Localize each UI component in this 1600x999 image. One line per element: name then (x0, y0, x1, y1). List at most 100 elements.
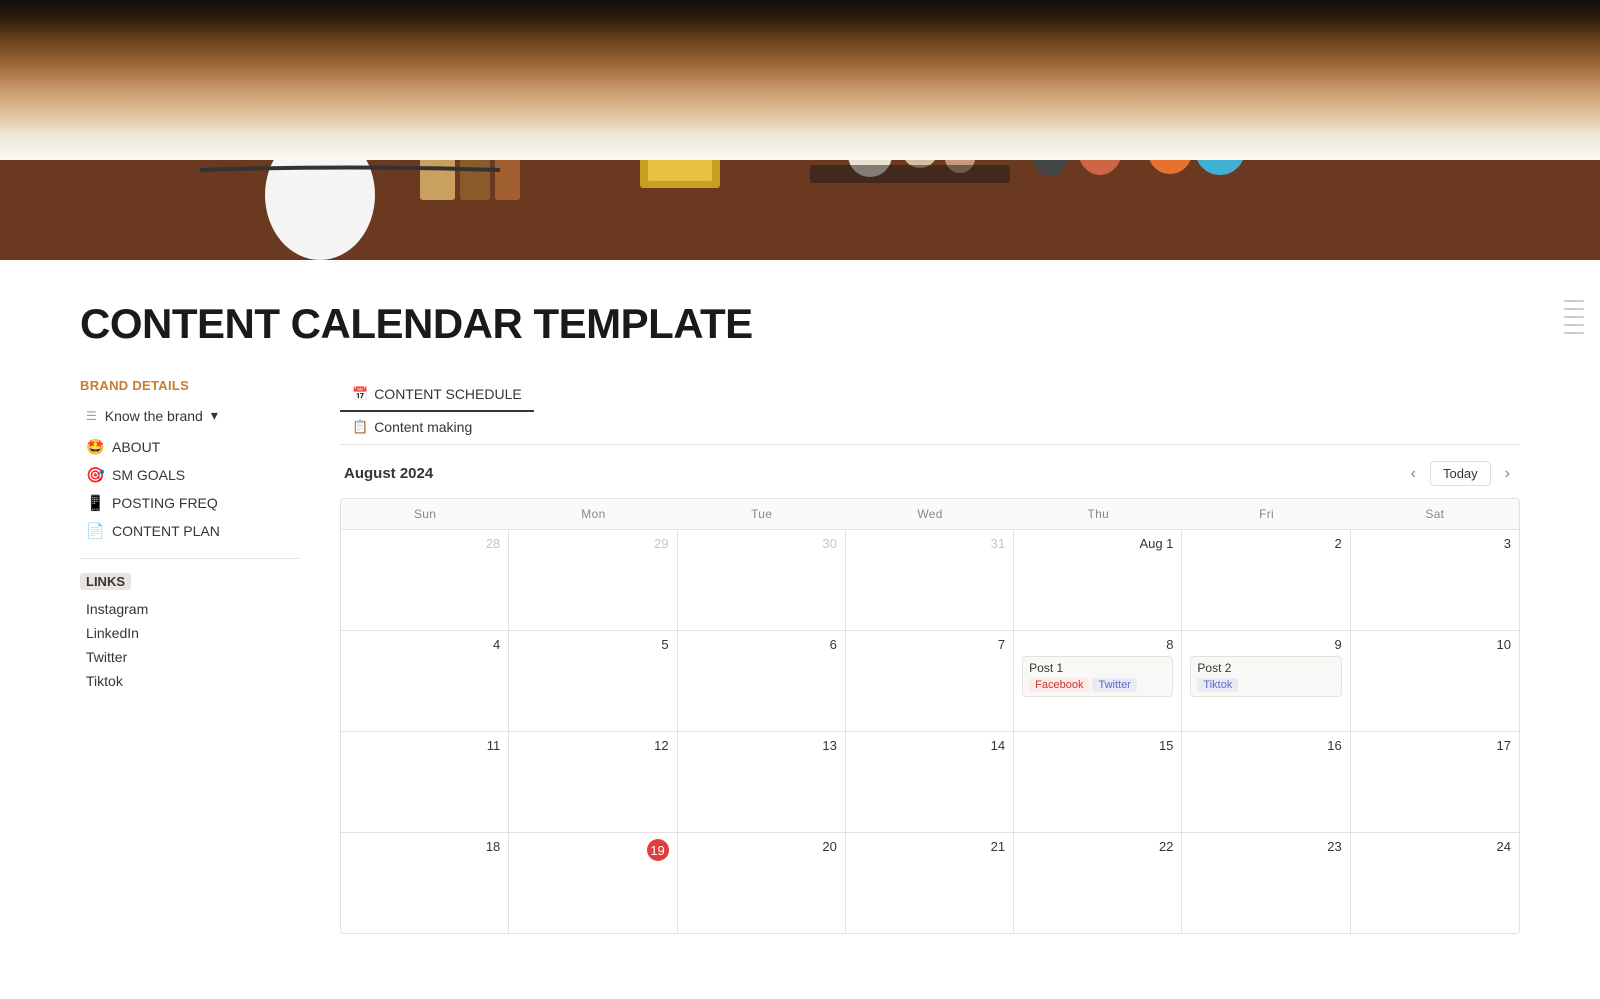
scroll-indicator (1564, 316, 1584, 318)
calendar-cell-5[interactable]: 5 (509, 631, 677, 731)
calendar-cell-7[interactable]: 7 (846, 631, 1014, 731)
cell-date-14: 14 (854, 738, 1005, 753)
content-making-tab-label: Content making (374, 419, 472, 435)
sidebar-items: 🤩ABOUT🎯SM GOALS📱POSTING FREQ📄CONTENT PLA… (80, 434, 300, 544)
day-name-thu: Thu (1014, 499, 1182, 529)
calendar-cell-3[interactable]: 3 (1351, 530, 1519, 630)
calendar-navigation: ‹ Today › (1405, 461, 1516, 486)
calendar-cell-2[interactable]: 2 (1182, 530, 1350, 630)
event-tag-twitter: Twitter (1092, 678, 1136, 692)
today-button[interactable]: Today (1430, 461, 1491, 486)
cell-date-19: 19 (647, 839, 669, 861)
event-post1[interactable]: Post 1 FacebookTwitter (1022, 656, 1173, 697)
calendar-cell-4[interactable]: 4 (341, 631, 509, 731)
cell-date-7: 7 (854, 637, 1005, 652)
calendar-week-3: 18 19 20 21 22 23 24 (341, 833, 1519, 933)
sidebar-item-about[interactable]: 🤩ABOUT (80, 434, 300, 460)
calendar-cell-9[interactable]: 9 Post 2Tiktok (1182, 631, 1350, 731)
cell-date-21: 21 (854, 839, 1005, 854)
next-month-button[interactable]: › (1499, 463, 1516, 485)
event-tag-facebook: Facebook (1029, 678, 1089, 692)
day-name-tue: Tue (678, 499, 846, 529)
calendar-cell-12[interactable]: 12 (509, 732, 677, 832)
day-name-sat: Sat (1351, 499, 1519, 529)
calendar-cell-11[interactable]: 11 (341, 732, 509, 832)
sidebar-label-sm-goals: SM GOALS (112, 467, 185, 483)
calendar-cell-Aug-1[interactable]: Aug 1 (1014, 530, 1182, 630)
cell-date-Aug-1: Aug 1 (1022, 536, 1173, 551)
link-item-linkedin[interactable]: LinkedIn (80, 622, 300, 644)
calendar-cell-13[interactable]: 13 (678, 732, 846, 832)
cell-date-31: 31 (854, 536, 1005, 551)
brand-section-title: BRAND DETAILS (80, 378, 300, 393)
cell-date-23: 23 (1190, 839, 1341, 854)
calendar-week-2: 11 12 13 14 15 16 17 (341, 732, 1519, 833)
calendar-cell-20[interactable]: 20 (678, 833, 846, 933)
chevron-down-icon: ▾ (211, 407, 218, 424)
calendar-cell-19[interactable]: 19 (509, 833, 677, 933)
calendar-cell-6[interactable]: 6 (678, 631, 846, 731)
prev-month-button[interactable]: ‹ (1405, 463, 1422, 485)
event-post2[interactable]: Post 2Tiktok (1190, 656, 1341, 697)
cell-date-29: 29 (517, 536, 668, 551)
cell-date-20: 20 (686, 839, 837, 854)
calendar-cell-23[interactable]: 23 (1182, 833, 1350, 933)
day-name-sun: Sun (341, 499, 509, 529)
cell-date-30: 30 (686, 536, 837, 551)
cell-date-8: 8 (1022, 637, 1173, 652)
scroll-indicator (1564, 308, 1584, 310)
sidebar-item-content-plan[interactable]: 📄CONTENT PLAN (80, 518, 300, 544)
cell-date-24: 24 (1359, 839, 1511, 854)
hero-illustration (0, 0, 1600, 260)
calendar-cell-29[interactable]: 29 (509, 530, 677, 630)
links-section-title: LINKS (80, 573, 131, 590)
sidebar-label-about: ABOUT (112, 439, 160, 455)
link-item-instagram[interactable]: Instagram (80, 598, 300, 620)
link-item-twitter[interactable]: Twitter (80, 646, 300, 668)
cell-date-5: 5 (517, 637, 668, 652)
calendar-cell-31[interactable]: 31 (846, 530, 1014, 630)
cell-date-16: 16 (1190, 738, 1341, 753)
calendar-cell-30[interactable]: 30 (678, 530, 846, 630)
sidebar-item-posting-freq[interactable]: 📱POSTING FREQ (80, 490, 300, 516)
event-tags-post2: Tiktok (1197, 678, 1334, 692)
cell-date-12: 12 (517, 738, 668, 753)
links-list: InstagramLinkedInTwitterTiktok (80, 598, 300, 692)
scroll-indicator (1564, 332, 1584, 334)
calendar-cell-16[interactable]: 16 (1182, 732, 1350, 832)
sidebar: BRAND DETAILS ☰ Know the brand ▾ 🤩ABOUT🎯… (80, 368, 300, 999)
sidebar-label-content-plan: CONTENT PLAN (112, 523, 220, 539)
cell-date-9: 9 (1190, 637, 1341, 652)
scrollbar[interactable] (1564, 300, 1584, 334)
content-making-tab-icon: 📋 (352, 419, 368, 435)
calendar-cell-21[interactable]: 21 (846, 833, 1014, 933)
know-brand-item[interactable]: ☰ Know the brand ▾ (80, 403, 300, 428)
day-name-wed: Wed (846, 499, 1014, 529)
calendar-cell-8[interactable]: 8 Post 1 FacebookTwitter (1014, 631, 1182, 731)
calendar-area: 📅CONTENT SCHEDULE 📋 Content making August … (340, 368, 1520, 999)
calendar-header: August 2024 ‹ Today › (340, 461, 1520, 486)
calendar-cell-10[interactable]: 10 (1351, 631, 1519, 731)
tab-content-schedule[interactable]: 📅CONTENT SCHEDULE (340, 378, 534, 412)
scroll-indicator (1564, 324, 1584, 326)
event-title-post1: Post 1 (1029, 661, 1063, 675)
list-icon: ☰ (86, 409, 97, 423)
page-title: CONTENT CALENDAR TEMPLATE (80, 300, 1520, 348)
cell-date-2: 2 (1190, 536, 1341, 551)
calendar-cell-14[interactable]: 14 (846, 732, 1014, 832)
calendar-cell-28[interactable]: 28 (341, 530, 509, 630)
link-item-tiktok[interactable]: Tiktok (80, 670, 300, 692)
calendar-cell-15[interactable]: 15 (1014, 732, 1182, 832)
sidebar-item-sm-goals[interactable]: 🎯SM GOALS (80, 462, 300, 488)
calendar-cell-24[interactable]: 24 (1351, 833, 1519, 933)
scroll-indicator (1564, 300, 1584, 302)
calendar-grid: SunMonTueWedThuFriSat 28293031Aug 123456… (340, 498, 1520, 934)
cell-date-18: 18 (349, 839, 500, 854)
tab-content-making[interactable]: 📋 Content making (340, 411, 534, 445)
event-tag-tiktok: Tiktok (1197, 678, 1238, 692)
calendar-week-1: 4567 8 Post 1 FacebookTwitter 9 Post 2Tiktok1… (341, 631, 1519, 732)
calendar-cell-22[interactable]: 22 (1014, 833, 1182, 933)
calendar-cell-17[interactable]: 17 (1351, 732, 1519, 832)
calendar-cell-18[interactable]: 18 (341, 833, 509, 933)
calendar-month: August 2024 (344, 465, 433, 482)
